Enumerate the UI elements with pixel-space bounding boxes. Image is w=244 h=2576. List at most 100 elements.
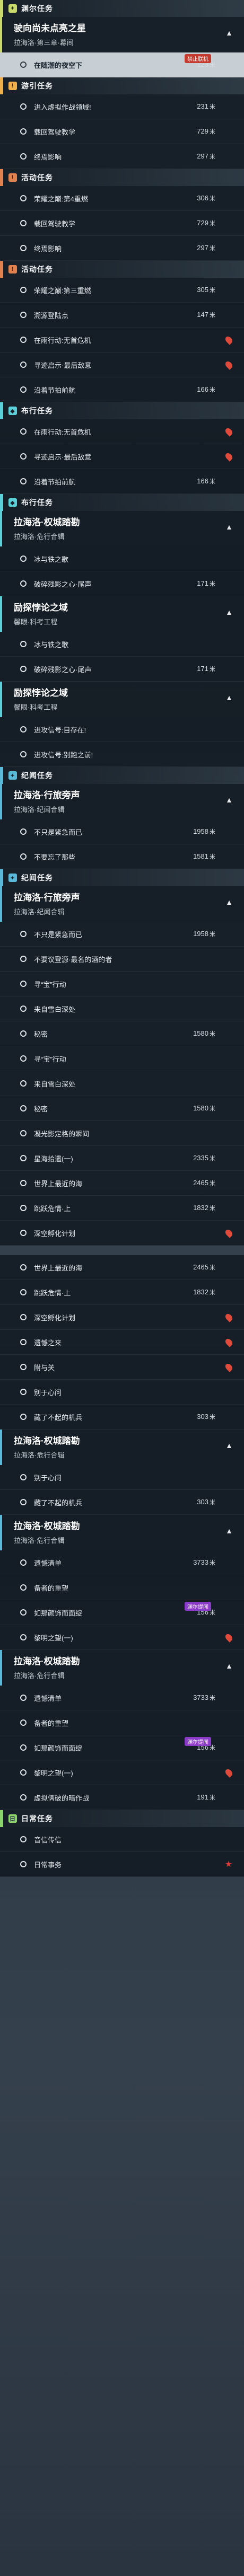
- navigate-icon[interactable]: [222, 1126, 236, 1140]
- quest-step-row[interactable]: 寻迹启示·最后敌意: [0, 444, 244, 469]
- quest-step-row[interactable]: 藏了不起的机兵 303 米: [0, 1405, 244, 1430]
- navigate-icon[interactable]: [222, 1151, 236, 1165]
- chevron-up-icon[interactable]: ▲: [224, 796, 234, 806]
- quest-step-row[interactable]: 不只是紧急而已 1958 米: [0, 922, 244, 947]
- navigate-icon[interactable]: [222, 850, 236, 863]
- quest-card[interactable]: 拉海洛·权城踏勘 拉海洛·危行合辑 ▲: [0, 511, 244, 546]
- quest-card[interactable]: 驶向尚未点亮之星 拉海洛·第三章·幕间 ▲: [0, 17, 244, 52]
- quest-step-row[interactable]: 在雨行动:无首危机: [0, 328, 244, 352]
- navigate-icon[interactable]: [222, 1741, 236, 1754]
- quest-step-row[interactable]: 进入虚拟作战领域! 231 米: [0, 94, 244, 119]
- navigate-icon[interactable]: [222, 637, 236, 651]
- quest-step-row[interactable]: 破碎残影之心·尾声 171 米: [0, 571, 244, 596]
- quest-step-row[interactable]: 遗憾清单 3733 米: [0, 1550, 244, 1575]
- quest-step-row[interactable]: 备者的重望: [0, 1710, 244, 1735]
- navigate-icon[interactable]: [222, 662, 236, 676]
- quest-card[interactable]: 励探悖论之域 馨眼·科考工程 ▲: [0, 682, 244, 717]
- navigate-icon[interactable]: [222, 1201, 236, 1215]
- quest-step-row[interactable]: 冰与铁之歌: [0, 632, 244, 657]
- navigate-icon[interactable]: [222, 1335, 236, 1349]
- navigate-icon[interactable]: [222, 1495, 236, 1509]
- navigate-icon[interactable]: [222, 747, 236, 761]
- quest-step-row[interactable]: 跳跃危情·上 1832 米: [0, 1280, 244, 1305]
- navigate-icon[interactable]: [222, 1410, 236, 1424]
- quest-step-row[interactable]: 黎明之望(一): [0, 1760, 244, 1785]
- navigate-icon[interactable]: [222, 552, 236, 566]
- navigate-icon[interactable]: [222, 1716, 236, 1730]
- quest-step-row[interactable]: 世界上最近的海 2465 米: [0, 1255, 244, 1280]
- navigate-icon[interactable]: [222, 1101, 236, 1115]
- navigate-icon[interactable]: [222, 1226, 236, 1240]
- navigate-icon[interactable]: [222, 383, 236, 396]
- navigate-icon[interactable]: [222, 241, 236, 255]
- navigate-icon[interactable]: [222, 1581, 236, 1594]
- quest-step-row[interactable]: 沿着节拍前航 166 米: [0, 469, 244, 494]
- navigate-icon[interactable]: [222, 722, 236, 736]
- navigate-icon[interactable]: [222, 1360, 236, 1374]
- navigate-icon[interactable]: [222, 283, 236, 297]
- navigate-icon[interactable]: [222, 1285, 236, 1299]
- navigate-icon[interactable]: ★: [222, 1857, 236, 1871]
- navigate-icon[interactable]: [222, 952, 236, 966]
- navigate-icon[interactable]: [222, 474, 236, 488]
- navigate-icon[interactable]: [222, 977, 236, 991]
- navigate-icon[interactable]: [222, 1077, 236, 1090]
- navigate-icon[interactable]: [222, 216, 236, 230]
- quest-step-row[interactable]: 来自雪白深处: [0, 996, 244, 1021]
- quest-step-row[interactable]: 在雨行动:无首危机: [0, 419, 244, 444]
- quest-step-row[interactable]: 终焉影响 297 米: [0, 236, 244, 261]
- quest-step-row[interactable]: 进攻信号:别跑之前!: [0, 742, 244, 767]
- quest-step-row[interactable]: 沿着节拍前航 166 米: [0, 377, 244, 402]
- chevron-up-icon[interactable]: ▲: [224, 898, 234, 908]
- quest-step-row[interactable]: 载回驾驶教学 729 米: [0, 119, 244, 144]
- quest-card[interactable]: 拉海洛·权城踏勘 拉海洛·危行合辑 ▲: [0, 1430, 244, 1465]
- quest-step-row[interactable]: 在随潮的夜空下 123 米禁止联机: [0, 52, 244, 77]
- quest-step-row[interactable]: 别于心问: [0, 1380, 244, 1405]
- quest-step-row[interactable]: 备者的重望: [0, 1575, 244, 1600]
- quest-step-row[interactable]: 深空孵化计划: [0, 1305, 244, 1330]
- quest-card[interactable]: 励探悖论之域 馨眼·科考工程 ▲: [0, 596, 244, 632]
- chevron-up-icon[interactable]: ▲: [224, 1441, 234, 1452]
- quest-step-row[interactable]: 不要忘了那些 1581 米: [0, 844, 244, 869]
- navigate-icon[interactable]: [222, 449, 236, 463]
- quest-step-row[interactable]: 遗憾清单 3733 米: [0, 1686, 244, 1710]
- navigate-icon[interactable]: [222, 1002, 236, 1016]
- quest-card[interactable]: 拉海洛·权城踏勘 拉海洛·危行合辑 ▲: [0, 1650, 244, 1686]
- navigate-icon[interactable]: [222, 1027, 236, 1040]
- quest-card[interactable]: 拉海洛·行旅旁声 拉海洛·纪闻合辑 ▲: [0, 886, 244, 922]
- quest-step-row[interactable]: 荣耀之巅:第三重燃 305 米: [0, 278, 244, 303]
- navigate-icon[interactable]: [222, 1790, 236, 1804]
- quest-step-row[interactable]: 如那颜饰而面绽 156 米渊尔提闻: [0, 1600, 244, 1625]
- quest-step-row[interactable]: 不只是紧急而已 1958 米: [0, 819, 244, 844]
- quest-card[interactable]: 拉海洛·权城踏勘 拉海洛·危行合辑 ▲: [0, 1515, 244, 1550]
- quest-step-row[interactable]: 秘密 1580 米: [0, 1096, 244, 1121]
- quest-step-row[interactable]: 荣耀之巅:第4重燃 306 米: [0, 186, 244, 211]
- quest-step-row[interactable]: 别于心问: [0, 1465, 244, 1490]
- navigate-icon[interactable]: [222, 1310, 236, 1324]
- navigate-icon[interactable]: [222, 927, 236, 941]
- navigate-icon[interactable]: [222, 100, 236, 113]
- navigate-icon[interactable]: [222, 1385, 236, 1399]
- navigate-icon[interactable]: [222, 425, 236, 438]
- navigate-icon[interactable]: [222, 1605, 236, 1619]
- quest-step-row[interactable]: 破碎残影之心·尾声 171 米: [0, 657, 244, 682]
- chevron-up-icon[interactable]: ▲: [224, 29, 234, 39]
- navigate-icon[interactable]: [222, 125, 236, 138]
- quest-step-row[interactable]: 世界上最近的海 2465 米: [0, 1171, 244, 1196]
- navigate-icon[interactable]: [222, 1470, 236, 1484]
- navigate-icon[interactable]: [222, 1630, 236, 1644]
- chevron-up-icon[interactable]: ▲: [224, 1527, 234, 1537]
- chevron-up-icon[interactable]: ▲: [224, 523, 234, 533]
- chevron-up-icon[interactable]: ▲: [224, 608, 234, 619]
- quest-step-row[interactable]: 寻“宝”行动: [0, 1046, 244, 1071]
- quest-step-row[interactable]: 跳跃危情·上 1832 米: [0, 1196, 244, 1221]
- quest-step-row[interactable]: 深空孵化计划: [0, 1221, 244, 1246]
- quest-step-row[interactable]: 附与关: [0, 1355, 244, 1380]
- quest-step-row[interactable]: 来自雪白深处: [0, 1071, 244, 1096]
- quest-step-row[interactable]: 凝光影定格的瞬间: [0, 1121, 244, 1146]
- navigate-icon[interactable]: [222, 358, 236, 372]
- quest-step-row[interactable]: 秘密 1580 米: [0, 1021, 244, 1046]
- quest-card[interactable]: 拉海洛·行旅旁声 拉海洛·纪闻合辑 ▲: [0, 784, 244, 819]
- navigate-icon[interactable]: [222, 1832, 236, 1846]
- navigate-icon[interactable]: [222, 577, 236, 590]
